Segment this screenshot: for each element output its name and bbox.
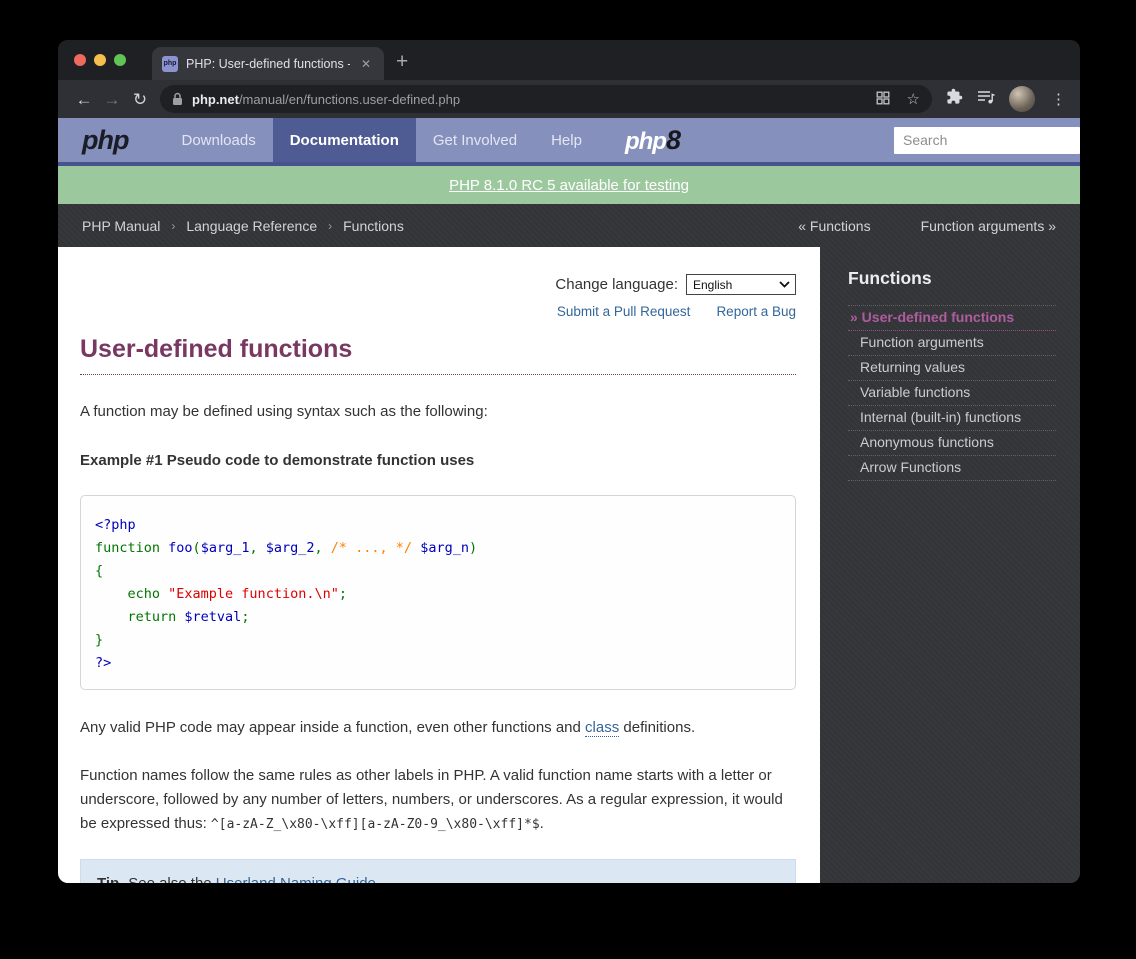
sidebar-link-returning-values[interactable]: Returning values bbox=[860, 359, 965, 375]
browser-window: php PHP: User-defined functions - ✕ + ← … bbox=[58, 40, 1080, 883]
nav-item-help[interactable]: Help bbox=[534, 118, 599, 162]
paragraph-class: Any valid PHP code may appear inside a f… bbox=[80, 716, 796, 740]
next-page-link[interactable]: Function arguments » bbox=[921, 218, 1056, 234]
tip-label: Tip bbox=[97, 875, 119, 883]
search-input[interactable] bbox=[894, 127, 1080, 154]
code-example: <?phpfunction foo($arg_1, $arg_2, /* ...… bbox=[80, 495, 796, 690]
url-domain: php.net bbox=[192, 92, 239, 107]
example-caption: Example #1 Pseudo code to demonstrate fu… bbox=[80, 452, 796, 469]
url-path: /manual/en/functions.user-defined.php bbox=[239, 92, 460, 107]
forward-button[interactable]: → bbox=[98, 91, 126, 108]
main-content: Change language: English Submit a Pull R… bbox=[58, 247, 820, 883]
bookmark-star-icon[interactable]: ☆ bbox=[907, 92, 920, 107]
language-select[interactable]: English bbox=[686, 274, 796, 295]
browser-tab[interactable]: php PHP: User-defined functions - ✕ bbox=[152, 47, 384, 80]
sidebar-item: Arrow Functions bbox=[848, 456, 1056, 481]
sidebar-link-function-arguments[interactable]: Function arguments bbox=[860, 334, 984, 350]
section-sidebar: Functions » User-defined functions Functi… bbox=[820, 247, 1080, 883]
breadcrumb-item[interactable]: PHP Manual bbox=[82, 218, 160, 234]
page-title: User-defined functions bbox=[80, 335, 796, 375]
page-background: PHP Manual › Language Reference › Functions … bbox=[58, 204, 1080, 883]
tab-close-icon[interactable]: ✕ bbox=[358, 55, 374, 73]
sidebar-link-anonymous-functions[interactable]: Anonymous functions bbox=[860, 434, 994, 450]
back-button[interactable]: ← bbox=[70, 91, 98, 108]
site-header: php DownloadsDocumentationGet InvolvedHe… bbox=[58, 118, 1080, 166]
prev-page-link[interactable]: « Functions bbox=[798, 218, 870, 234]
sidebar-item: Function arguments bbox=[848, 331, 1056, 356]
sidebar-item: Anonymous functions bbox=[848, 431, 1056, 456]
sidebar-link-variable-functions[interactable]: Variable functions bbox=[860, 384, 970, 400]
nav-item-downloads[interactable]: Downloads bbox=[164, 118, 272, 162]
browser-menu-icon[interactable]: ⋮ bbox=[1049, 90, 1066, 108]
code-line: } bbox=[95, 629, 781, 652]
code-line: function foo($arg_1, $arg_2, /* ..., */ … bbox=[95, 537, 781, 560]
breadcrumb-item[interactable]: Language Reference bbox=[186, 218, 317, 234]
sidebar-link-user-defined-functions[interactable]: » User-defined functions bbox=[850, 309, 1014, 325]
breadcrumb-item[interactable]: Functions bbox=[343, 218, 404, 234]
announcement-link[interactable]: PHP 8.1.0 RC 5 available for testing bbox=[449, 177, 689, 194]
change-language-label: Change language: bbox=[555, 276, 678, 293]
sidebar-list: » User-defined functions Function argumen… bbox=[848, 305, 1056, 481]
tip-box: Tip See also the Userland Naming Guide. bbox=[80, 859, 796, 883]
close-window-button[interactable] bbox=[74, 54, 86, 66]
code-line: { bbox=[95, 560, 781, 583]
tip-text: See also the Userland Naming Guide. bbox=[128, 873, 380, 883]
code-line: echo "Example function.\n"; bbox=[95, 583, 781, 606]
sidebar-item: Returning values bbox=[848, 356, 1056, 381]
sidebar-link-arrow-functions[interactable]: Arrow Functions bbox=[860, 459, 961, 475]
inline-link[interactable]: class bbox=[585, 719, 619, 737]
php8-logo[interactable]: php8 bbox=[625, 125, 680, 156]
breadcrumb: PHP Manual › Language Reference › Functions bbox=[82, 218, 404, 234]
announcement-banner: PHP 8.1.0 RC 5 available for testing bbox=[58, 166, 1080, 204]
sidebar-link-internal-built-in-functions[interactable]: Internal (built-in) functions bbox=[860, 409, 1021, 425]
sidebar-item: » User-defined functions bbox=[848, 306, 1056, 331]
reload-button[interactable]: ↻ bbox=[126, 91, 154, 108]
php-favicon-icon: php bbox=[162, 56, 178, 72]
report-a-bug-link[interactable]: Report a Bug bbox=[716, 304, 796, 319]
code-line: return $retval; bbox=[95, 606, 781, 629]
browser-toolbar: ← → ↻ php.net/manual/en/functions.user-d… bbox=[58, 80, 1080, 118]
intro-paragraph: A function may be defined using syntax s… bbox=[80, 401, 796, 422]
sidebar-title: Functions bbox=[848, 268, 1056, 289]
traffic-lights bbox=[74, 54, 126, 66]
sidebar-item: Variable functions bbox=[848, 381, 1056, 406]
breadcrumb-separator: › bbox=[328, 219, 332, 233]
inline-link[interactable]: Userland Naming Guide bbox=[216, 875, 376, 883]
breadcrumb-separator: › bbox=[171, 219, 175, 233]
nav-item-get-involved[interactable]: Get Involved bbox=[416, 118, 534, 162]
profile-avatar[interactable] bbox=[1009, 86, 1035, 112]
site-nav: DownloadsDocumentationGet InvolvedHelp bbox=[164, 118, 598, 162]
chevron-down-icon bbox=[779, 281, 790, 288]
extensions-puzzle-icon[interactable] bbox=[946, 88, 963, 110]
maximize-window-button[interactable] bbox=[114, 54, 126, 66]
php-logo[interactable]: php bbox=[82, 125, 128, 156]
address-bar[interactable]: php.net/manual/en/functions.user-defined… bbox=[160, 85, 932, 113]
tab-title: PHP: User-defined functions - bbox=[186, 57, 350, 71]
submit-pull-request-link[interactable]: Submit a Pull Request bbox=[557, 304, 691, 319]
minimize-window-button[interactable] bbox=[94, 54, 106, 66]
nav-item-documentation[interactable]: Documentation bbox=[273, 118, 416, 162]
breadcrumb-bar: PHP Manual›Language Reference›Functions … bbox=[58, 204, 1080, 247]
paragraph-function-names: Function names follow the same rules as … bbox=[80, 764, 796, 837]
tab-grid-icon[interactable] bbox=[875, 90, 891, 109]
code-line: ?> bbox=[95, 652, 781, 675]
lock-icon[interactable] bbox=[172, 92, 183, 106]
sidebar-item: Internal (built-in) functions bbox=[848, 406, 1056, 431]
media-playlist-icon[interactable] bbox=[977, 89, 995, 110]
code-line: <?php bbox=[95, 514, 781, 537]
new-tab-button[interactable]: + bbox=[396, 51, 408, 72]
inline-code: ^[a-zA-Z_\x80-\xff][a-zA-Z0-9_\x80-\xff]… bbox=[211, 817, 540, 832]
tab-strip: php PHP: User-defined functions - ✕ + bbox=[58, 40, 1080, 80]
